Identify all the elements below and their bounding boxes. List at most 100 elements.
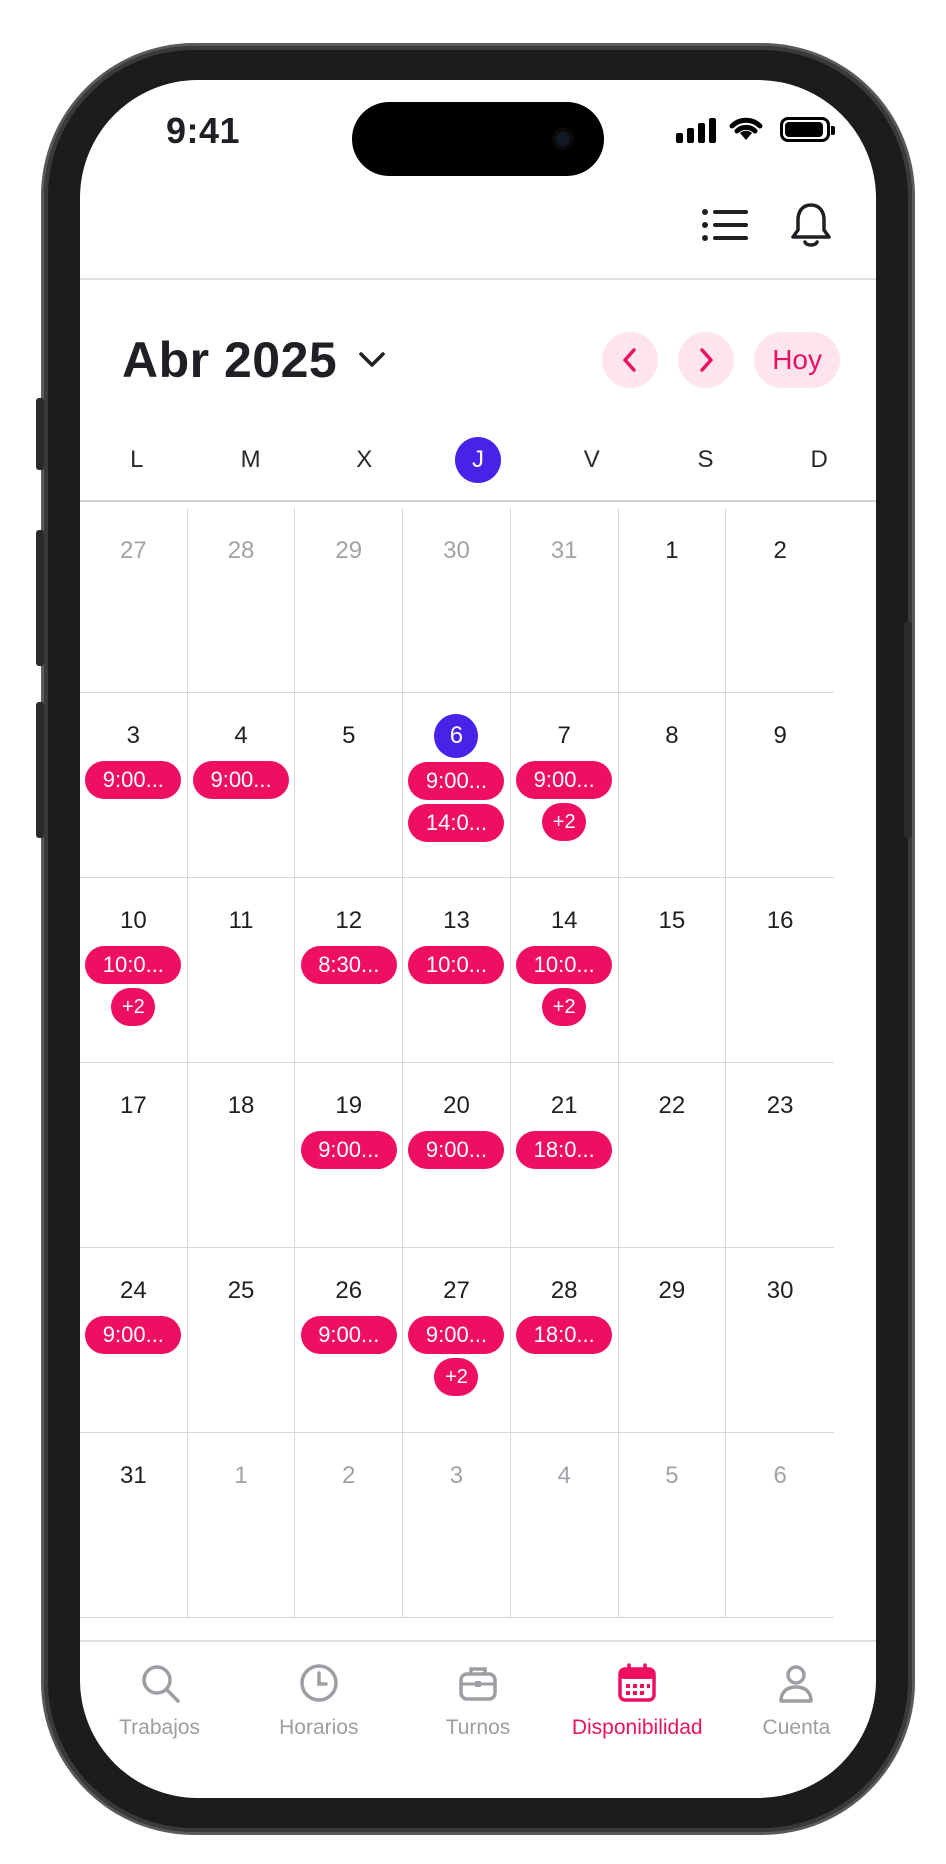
- availability-event-pill[interactable]: 10:0...: [408, 946, 505, 984]
- day-number: 17: [119, 1092, 147, 1119]
- calendar-day-cell[interactable]: 4 9:00...: [187, 693, 296, 878]
- next-month-button[interactable]: [678, 332, 735, 388]
- day-number: 25: [227, 1277, 255, 1304]
- weekday-text: X: [356, 446, 373, 473]
- chevron-down-icon: [359, 352, 385, 367]
- availability-event-pill[interactable]: 9:00...: [408, 762, 505, 800]
- list-view-button[interactable]: [700, 200, 750, 250]
- calendar-day-cell[interactable]: 2: [295, 1433, 404, 1618]
- calendar-day-cell[interactable]: 24 9:00...: [80, 1248, 188, 1433]
- weekday-text: D: [810, 446, 828, 473]
- calendar-day-cell[interactable]: 9: [726, 693, 834, 878]
- calendar-day-cell[interactable]: 19 9:00...: [295, 1063, 404, 1248]
- calendar-day-cell[interactable]: 3 9:00...: [80, 693, 188, 878]
- chevron-right-icon: [700, 348, 713, 372]
- previous-month-button[interactable]: [602, 332, 659, 388]
- calendar-day-cell[interactable]: 20 9:00...: [403, 1063, 511, 1248]
- day-number: 28: [550, 1277, 578, 1304]
- day-number: 29: [335, 537, 363, 564]
- weekday-label: D: [762, 435, 876, 485]
- calendar-day-cell[interactable]: 18: [187, 1063, 296, 1248]
- calendar-day-cell[interactable]: 16: [726, 878, 834, 1063]
- day-number: 3: [449, 1462, 464, 1489]
- tab-cuenta[interactable]: Cuenta: [717, 1642, 876, 1798]
- more-events-badge[interactable]: +2: [542, 803, 587, 841]
- calendar-day-cell[interactable]: 28: [187, 508, 296, 693]
- availability-event-pill[interactable]: 9:00...: [300, 1131, 397, 1169]
- month-title[interactable]: Abr 2025: [122, 331, 337, 389]
- header-actions: [700, 200, 836, 250]
- more-events-badge[interactable]: +2: [111, 988, 156, 1026]
- calendar-day-cell[interactable]: 7 9:00... +2: [510, 693, 619, 878]
- availability-event-pill[interactable]: 9:00...: [85, 761, 182, 799]
- calendar-day-cell[interactable]: 3: [403, 1433, 511, 1618]
- calendar-day-cell[interactable]: 21 18:0...: [510, 1063, 619, 1248]
- calendar-day-cell[interactable]: 4: [510, 1433, 619, 1618]
- calendar-day-cell[interactable]: 6: [726, 1433, 834, 1618]
- calendar-day-cell[interactable]: 5: [295, 693, 404, 878]
- availability-event-pill[interactable]: 9:00...: [193, 761, 290, 799]
- day-number: 23: [766, 1092, 794, 1119]
- briefcase-icon: [453, 1658, 503, 1708]
- wifi-icon: [729, 117, 763, 140]
- calendar-day-cell[interactable]: 1: [187, 1433, 296, 1618]
- availability-event-pill[interactable]: 8:30...: [300, 946, 397, 984]
- tab-disponibilidad[interactable]: Disponibilidad: [558, 1642, 717, 1798]
- availability-event-pill[interactable]: 14:0...: [408, 804, 505, 842]
- tab-label: Turnos: [445, 1716, 511, 1739]
- calendar-day-cell[interactable]: 30: [403, 508, 511, 693]
- calendar-day-cell[interactable]: 12 8:30...: [295, 878, 404, 1063]
- calendar-day-cell[interactable]: 5: [618, 1433, 727, 1618]
- calendar-day-cell[interactable]: 14 10:0... +2: [510, 878, 619, 1063]
- tab-turnos[interactable]: Turnos: [398, 1642, 557, 1798]
- availability-event-pill[interactable]: 18:0...: [516, 1131, 613, 1169]
- month-picker-toggle[interactable]: [355, 343, 389, 377]
- month-navigation: Hoy: [602, 332, 840, 388]
- availability-event-pill[interactable]: 9:00...: [408, 1131, 505, 1169]
- calendar-day-cell[interactable]: 15: [618, 878, 727, 1063]
- calendar-day-cell[interactable]: 26 9:00...: [295, 1248, 404, 1433]
- more-events-badge[interactable]: +2: [542, 988, 587, 1026]
- day-number: 31: [550, 537, 578, 564]
- calendar-day-cell[interactable]: 25: [187, 1248, 296, 1433]
- calendar-day-cell[interactable]: 30: [726, 1248, 834, 1433]
- availability-event-pill[interactable]: 10:0...: [516, 946, 613, 984]
- availability-event-pill[interactable]: 10:0...: [85, 946, 182, 984]
- availability-event-pill[interactable]: 18:0...: [516, 1316, 613, 1354]
- calendar-day-cell[interactable]: 29: [618, 1248, 727, 1433]
- calendar-day-cell[interactable]: 28 18:0...: [510, 1248, 619, 1433]
- calendar-day-cell[interactable]: 2: [726, 508, 834, 693]
- calendar-day-cell[interactable]: 8: [618, 693, 727, 878]
- day-number: 27: [443, 1277, 470, 1304]
- more-events-badge[interactable]: +2: [434, 1358, 479, 1396]
- day-number: 7: [557, 722, 571, 749]
- availability-event-pill[interactable]: 9:00...: [408, 1316, 505, 1354]
- day-number: 18: [227, 1092, 255, 1119]
- availability-event-pill[interactable]: 9:00...: [300, 1316, 397, 1354]
- day-number: 5: [665, 1462, 679, 1489]
- availability-event-pill[interactable]: 9:00...: [85, 1316, 182, 1354]
- day-number: 19: [335, 1092, 363, 1119]
- calendar-day-cell[interactable]: 31: [510, 508, 619, 693]
- calendar-day-cell[interactable]: 1: [618, 508, 727, 693]
- calendar-day-cell[interactable]: 27 9:00... +2: [403, 1248, 511, 1433]
- tab-trabajos[interactable]: Trabajos: [80, 1642, 239, 1798]
- calendar-day-cell[interactable]: 11: [187, 878, 296, 1063]
- calendar-day-cell[interactable]: 13 10:0...: [403, 878, 511, 1063]
- calendar-day-cell[interactable]: 17: [80, 1063, 188, 1248]
- calendar-day-cell[interactable]: 31: [80, 1433, 188, 1618]
- calendar-day-cell[interactable]: 23: [726, 1063, 834, 1248]
- calendar-day-cell[interactable]: 29: [295, 508, 404, 693]
- calendar-day-cell[interactable]: 6 9:00... 14:0...: [403, 693, 511, 878]
- calendar-day-cell[interactable]: 22: [618, 1063, 727, 1248]
- today-button[interactable]: Hoy: [754, 332, 840, 388]
- calendar-icon: [612, 1658, 662, 1708]
- notifications-button[interactable]: [786, 200, 836, 250]
- availability-event-pill[interactable]: 9:00...: [516, 761, 613, 799]
- day-number: 14: [550, 907, 578, 934]
- weekday-label: J: [421, 435, 535, 485]
- calendar-day-cell[interactable]: 27: [80, 508, 188, 693]
- tab-horarios[interactable]: Horarios: [239, 1642, 398, 1798]
- calendar-day-cell[interactable]: 10 10:0... +2: [80, 878, 188, 1063]
- weekday-label: V: [535, 435, 649, 485]
